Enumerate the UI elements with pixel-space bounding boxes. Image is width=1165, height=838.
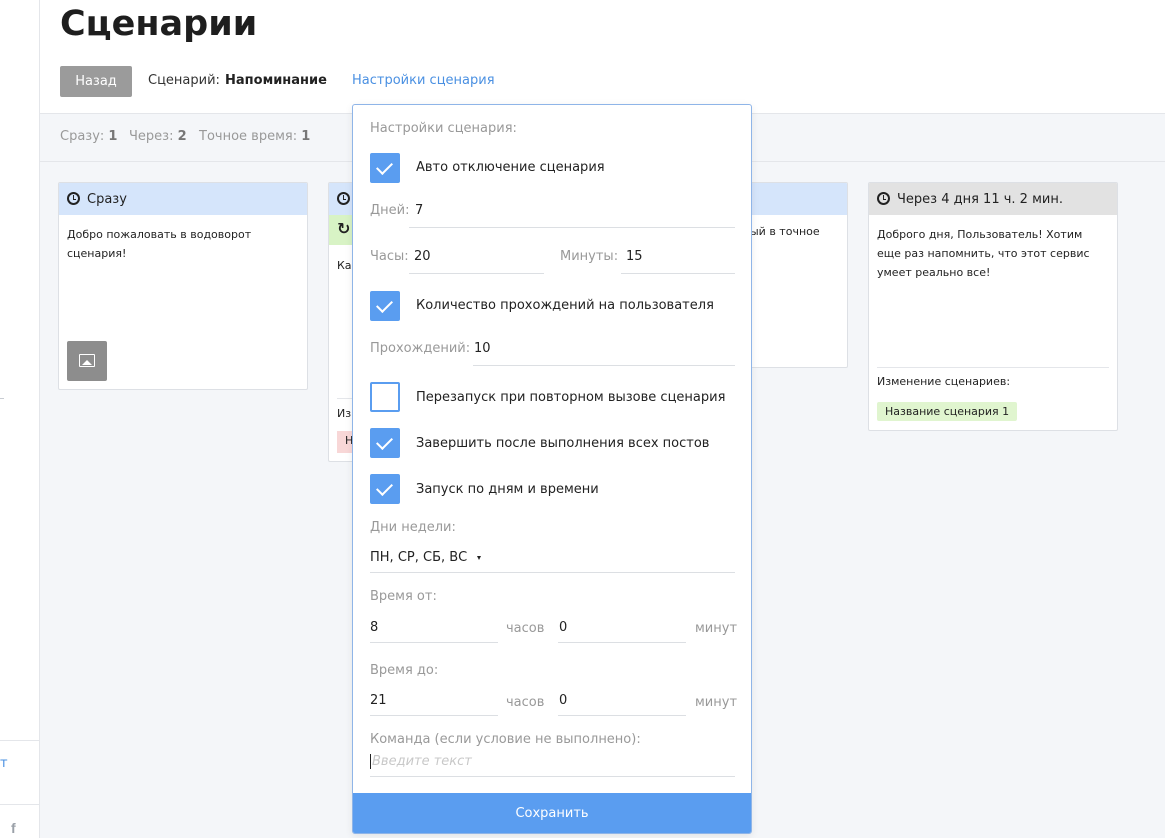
stat-label: Точное время:: [199, 129, 298, 144]
caret-down-icon: [477, 555, 482, 560]
minutes-unit: минут: [695, 695, 738, 710]
time-from-hours-input[interactable]: 8: [370, 620, 378, 635]
auto-disable-checkbox[interactable]: [370, 153, 400, 183]
hours-label: Часы:: [370, 249, 409, 264]
scenario-tag[interactable]: Название сценария 1: [877, 402, 1018, 421]
hours-underline: [409, 273, 544, 274]
hours-unit: часов: [506, 621, 545, 636]
finish-after-posts-checkbox[interactable]: [370, 428, 400, 458]
scenario-settings-link[interactable]: Настройки сценария: [352, 73, 495, 88]
finish-after-posts-label: Завершить после выполнения всех постов: [416, 436, 710, 451]
page-header: Сценарии Назад Сценарий: Напоминание Нас…: [40, 0, 1165, 114]
refresh-icon: ↻: [337, 219, 351, 238]
time-from-hours-underline: [370, 642, 498, 643]
time-to-minutes-underline: [558, 715, 686, 716]
image-icon: [79, 354, 95, 367]
stat-value: 1: [301, 129, 311, 144]
weekdays-label: Дни недели:: [370, 520, 456, 535]
card-text: Ка: [337, 259, 352, 272]
time-to-minutes-input[interactable]: 0: [559, 693, 567, 708]
auto-disable-label: Авто отключение сценария: [416, 160, 605, 175]
days-underline: [409, 227, 735, 228]
scenario-name: Напоминание: [225, 73, 327, 88]
save-button[interactable]: Сохранить: [353, 793, 751, 833]
minutes-label: Минуты:: [560, 249, 619, 264]
time-from-minutes-underline: [558, 642, 686, 643]
restart-label: Перезапуск при повторном вызове сценария: [416, 390, 726, 405]
minutes-underline: [621, 273, 735, 274]
sidebar-divider: [0, 804, 40, 805]
minutes-unit: минут: [695, 621, 738, 636]
card-header: Через 4 дня 11 ч. 2 мин.: [869, 183, 1117, 215]
sidebar-marker: [0, 398, 4, 399]
time-from-label: Время от:: [370, 589, 437, 604]
days-input[interactable]: 7: [415, 203, 423, 218]
page-title: Сценарии: [60, 4, 258, 44]
card-text: Добро пожаловать в водоворот сценария!: [67, 228, 252, 260]
card-header: Сразу: [59, 183, 307, 215]
pass-count-checkbox[interactable]: [370, 291, 400, 321]
card-divider: [877, 367, 1109, 368]
restart-checkbox[interactable]: [370, 382, 400, 412]
clock-icon: [67, 192, 80, 205]
command-underline: [370, 776, 735, 777]
card-text: ый в точное: [750, 225, 820, 238]
time-to-hours-underline: [370, 715, 498, 716]
card-text: Доброго дня, Пользователь! Хотим еще раз…: [877, 228, 1090, 279]
facebook-icon[interactable]: f: [11, 820, 16, 836]
scenario-settings-popup: Настройки сценария: Авто отключение сцен…: [352, 104, 752, 834]
stat-value: 2: [177, 129, 187, 144]
minutes-input[interactable]: 15: [626, 249, 643, 264]
stat-value: 1: [108, 129, 118, 144]
schedule-label: Запуск по дням и времени: [416, 482, 599, 497]
post-card[interactable]: Сразу Добро пожаловать в водоворот сцена…: [58, 182, 308, 390]
schedule-checkbox[interactable]: [370, 474, 400, 504]
card-title: Сразу: [87, 191, 127, 207]
card-title: Через 4 дня 11 ч. 2 мин.: [897, 191, 1063, 207]
weekdays-select[interactable]: ПН, СР, СБ, ВС: [370, 550, 482, 565]
time-to-label: Время до:: [370, 663, 439, 678]
hours-input[interactable]: 20: [414, 249, 431, 264]
stat-label: Через:: [129, 129, 174, 144]
stat-label: Сразу:: [60, 129, 105, 144]
image-button[interactable]: [67, 341, 107, 381]
pass-count-label: Количество прохождений на пользователя: [416, 298, 714, 313]
command-label: Команда (если условие не выполнено):: [370, 732, 641, 747]
passes-label: Прохождений:: [370, 341, 471, 356]
sidebar-link[interactable]: т: [0, 756, 8, 771]
passes-underline: [473, 365, 735, 366]
stat-delayed: Через: 2: [129, 129, 187, 144]
post-card[interactable]: Через 4 дня 11 ч. 2 мин. Доброго дня, По…: [868, 182, 1118, 431]
left-sidebar: т f: [0, 0, 40, 838]
text-cursor: [370, 754, 371, 769]
stat-immediate: Сразу: 1: [60, 129, 117, 144]
scenario-label: Сценарий:: [148, 73, 220, 88]
clock-icon: [337, 192, 350, 205]
weekdays-underline: [370, 572, 735, 573]
stat-exact-time: Точное время: 1: [199, 129, 310, 144]
sidebar-divider: [0, 740, 40, 741]
back-button[interactable]: Назад: [60, 66, 132, 97]
clock-icon: [877, 192, 890, 205]
popup-heading: Настройки сценария:: [370, 121, 517, 136]
passes-input[interactable]: 10: [474, 341, 491, 356]
weekdays-value: ПН, СР, СБ, ВС: [370, 550, 468, 565]
card-footer-label: Из: [337, 407, 352, 420]
hours-unit: часов: [506, 695, 545, 710]
time-from-minutes-input[interactable]: 0: [559, 620, 567, 635]
changes-label: Изменение сценариев:: [877, 375, 1011, 388]
command-input[interactable]: Введите текст: [372, 754, 472, 769]
days-label: Дней:: [370, 203, 410, 218]
time-to-hours-input[interactable]: 21: [370, 693, 387, 708]
